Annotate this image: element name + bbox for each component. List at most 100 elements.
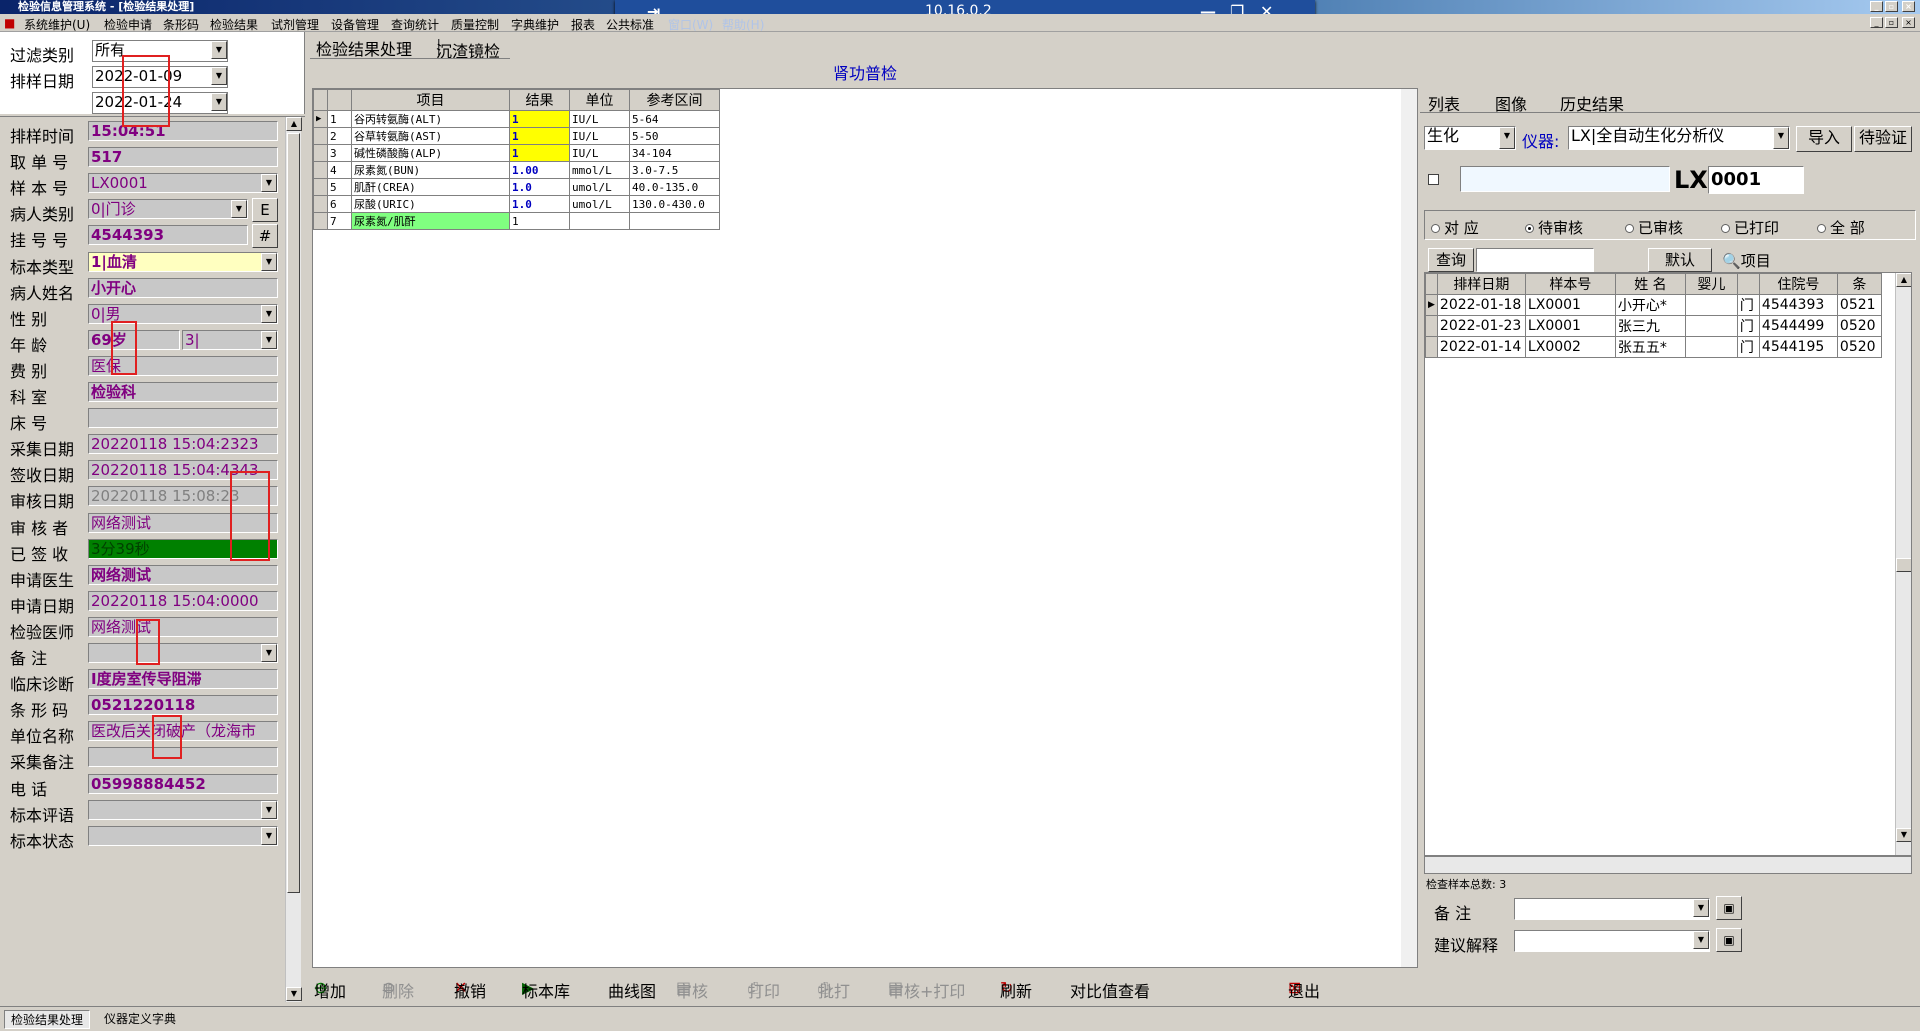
menu-item[interactable]: 系统维护(U) (24, 16, 90, 33)
form-field[interactable] (88, 408, 278, 428)
col-result[interactable]: 结果 (509, 89, 570, 111)
query-input[interactable] (1476, 248, 1594, 272)
form-field[interactable]: LX0001 ▼ (88, 173, 278, 193)
form-field[interactable]: 检验科 (88, 382, 278, 402)
status-tab-instrument[interactable]: 仪器定义字典 (98, 1010, 182, 1027)
scroll-down-icon[interactable]: ▼ (1896, 828, 1911, 842)
form-scrollbar[interactable]: ▲ ▼ (285, 117, 302, 1002)
menu-item[interactable]: 设备管理 (331, 16, 379, 33)
radio-printed[interactable]: 已打印 (1721, 217, 1779, 238)
status-tab-result[interactable]: 检验结果处理 (4, 1010, 91, 1029)
radio-all[interactable]: 全 部 (1817, 217, 1865, 238)
result-row[interactable]: 7 尿素氮/肌酐 1 (313, 212, 720, 230)
age-unit-select[interactable]: 3| ▼ (182, 330, 278, 350)
chevron-down-icon[interactable]: ▼ (211, 67, 227, 85)
select-checkbox[interactable] (1428, 174, 1439, 185)
menu-item[interactable]: 查询统计 (391, 16, 439, 33)
col-item[interactable]: 项目 (351, 89, 510, 111)
close-button[interactable]: × (1902, 1, 1915, 12)
import-button[interactable]: 导入 (1796, 126, 1852, 152)
advice-select[interactable]: ▼ (1514, 930, 1710, 952)
result-cell-result[interactable]: 1.0 (509, 195, 570, 213)
chevron-down-icon[interactable]: ▼ (261, 305, 277, 323)
sample-list-row[interactable]: 2022-01-23 LX0001 张三九 门 4544499 0520 (1425, 315, 1882, 337)
pending-verify-button[interactable]: 待验证 (1854, 126, 1912, 152)
result-cell-result[interactable]: 1 (509, 144, 570, 162)
minimize-button[interactable]: _ (1870, 1, 1883, 12)
col-unit[interactable]: 单位 (569, 89, 630, 111)
list-hscrollbar[interactable] (1424, 856, 1912, 874)
result-cell-result[interactable]: 1 (509, 212, 570, 230)
category-select[interactable]: 生化 ▼ (1424, 126, 1516, 150)
col-inpatient[interactable]: 住院号 (1758, 273, 1838, 295)
item-filter[interactable]: 🔍项目 (1722, 250, 1771, 271)
form-field-button[interactable]: E (252, 198, 278, 222)
menu-item[interactable]: 检验结果 (210, 16, 258, 33)
chevron-down-icon[interactable]: ▼ (261, 253, 277, 271)
form-field-button[interactable]: # (252, 224, 278, 248)
mdi-restore-button[interactable]: ▫ (1885, 17, 1898, 28)
chevron-down-icon[interactable]: ▼ (261, 174, 277, 192)
restore-button[interactable]: ▫ (1885, 1, 1898, 12)
form-field[interactable]: 20220118 15:04:0000 (88, 591, 278, 611)
chevron-down-icon[interactable]: ▼ (261, 331, 277, 349)
result-row[interactable]: 3 碱性磷酸酶(ALP) 1 IU/L 34-104 (313, 144, 720, 162)
menu-item[interactable]: 帮助(H) (722, 16, 764, 33)
form-field[interactable]: 小开心 (88, 278, 278, 298)
result-cell-result[interactable]: 1 (509, 127, 570, 145)
col-name[interactable]: 姓 名 (1614, 273, 1686, 295)
result-row[interactable]: 4 尿素氮(BUN) 1.00 mmol/L 3.0-7.5 (313, 161, 720, 179)
form-field[interactable]: ▼ (88, 826, 278, 846)
scroll-up-icon[interactable]: ▲ (286, 117, 302, 131)
menu-item[interactable]: 质量控制 (451, 16, 499, 33)
barcode-input[interactable] (1460, 166, 1670, 192)
scroll-down-icon[interactable]: ▼ (286, 987, 302, 1001)
chevron-down-icon[interactable]: ▼ (261, 801, 277, 819)
form-field[interactable]: 15:04:51 (88, 121, 278, 141)
form-field[interactable]: 517 (88, 147, 278, 167)
result-cell-result[interactable]: 1 (509, 110, 570, 128)
form-field[interactable]: ▼ (88, 800, 278, 820)
menu-item[interactable]: 条形码 (163, 16, 199, 33)
form-field[interactable]: 1|血清 ▼ (88, 252, 278, 272)
radio-match[interactable]: 对 应 (1431, 217, 1479, 238)
form-field[interactable]: 网络测试 (88, 565, 278, 585)
chevron-down-icon[interactable]: ▼ (261, 644, 277, 662)
menu-item[interactable]: 报表 (571, 16, 595, 33)
form-field[interactable]: Ⅰ度房室传导阻滞 (88, 669, 278, 689)
chevron-down-icon[interactable]: ▼ (1773, 127, 1789, 149)
result-cell-result[interactable]: 1.0 (509, 178, 570, 196)
form-field[interactable]: 医改后关闭破产（龙海市 (88, 721, 278, 741)
result-row[interactable]: 6 尿酸(URIC) 1.0 umol/L 130.0-430.0 (313, 195, 720, 213)
col-barcode[interactable]: 条 (1836, 273, 1882, 295)
result-cell-result[interactable]: 1.00 (509, 161, 570, 179)
scroll-thumb[interactable] (1896, 558, 1911, 572)
result-row[interactable]: ▶ 1 谷丙转氨酶(ALT) 1 IU/L 5-64 (313, 110, 720, 128)
menu-item[interactable]: 检验申请 (104, 16, 152, 33)
curve-button[interactable]: 曲线图 (608, 978, 656, 1002)
chevron-down-icon[interactable]: ▼ (1693, 931, 1709, 949)
radio-pending[interactable]: 待审核 (1525, 217, 1583, 238)
chevron-down-icon[interactable]: ▼ (1693, 899, 1709, 917)
col-baby[interactable]: 婴儿 (1684, 273, 1738, 295)
query-button[interactable]: 查询 (1428, 248, 1474, 272)
form-field[interactable]: 20220118 15:04:2323 (88, 434, 278, 454)
compare-button[interactable]: 对比值查看 (1070, 978, 1150, 1002)
chevron-down-icon[interactable]: ▼ (1499, 127, 1515, 149)
mdi-minimize-button[interactable]: _ (1870, 17, 1883, 28)
scroll-thumb[interactable] (287, 133, 300, 893)
form-field[interactable]: 4544393 (88, 225, 248, 245)
form-field[interactable]: 网络测试 (88, 617, 278, 637)
sample-number-input[interactable]: 0001 (1708, 166, 1804, 194)
col-sample[interactable]: 样本号 (1524, 273, 1616, 295)
menu-item[interactable]: 公共标准 (606, 16, 654, 33)
advice-edit-button[interactable]: ▣ (1716, 928, 1742, 952)
form-field[interactable]: 0|门诊 ▼ (88, 199, 248, 219)
tab-result[interactable]: 检验结果处理 (316, 36, 412, 60)
menu-item[interactable]: 窗口(W) (668, 16, 713, 33)
form-field[interactable]: 05998884452 (88, 774, 278, 794)
radio-reviewed[interactable]: 已审核 (1625, 217, 1683, 238)
sample-list-row[interactable]: ▶ 2022-01-18 LX0001 小开心* 门 4544393 0521 (1425, 294, 1882, 316)
form-field[interactable]: ▼ (88, 643, 278, 663)
col-type[interactable] (1736, 273, 1760, 295)
